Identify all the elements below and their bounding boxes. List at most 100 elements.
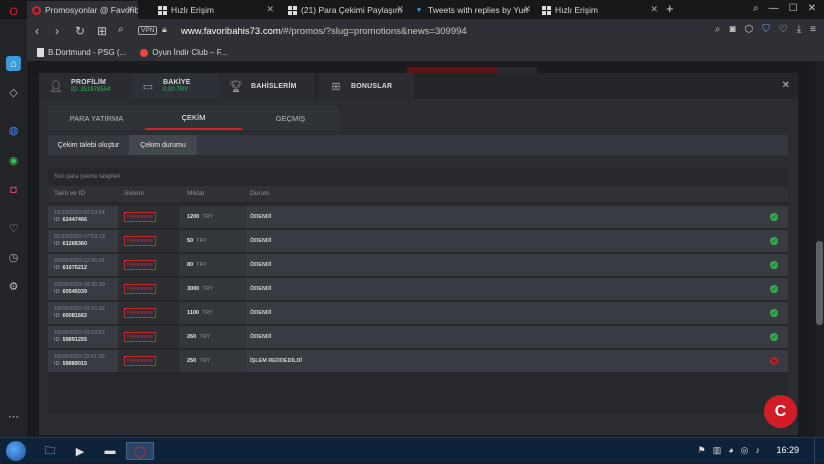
whatsapp-icon[interactable]: ◉: [6, 153, 21, 168]
column-header: Sistem: [124, 190, 144, 197]
close-icon[interactable]: ✕: [266, 4, 274, 15]
steam-icon[interactable]: ◎: [741, 445, 749, 456]
id-prefix: ID:: [54, 217, 62, 223]
media-player-icon[interactable]: ▶: [66, 442, 94, 460]
more-icon[interactable]: ⋯: [6, 409, 21, 424]
close-icon[interactable]: ✕: [808, 3, 816, 14]
status-icon-cell: ✕: [770, 350, 778, 372]
status-cell: ÖDENDİ: [250, 286, 272, 292]
search-icon[interactable]: ⌕: [753, 3, 759, 14]
heart-icon[interactable]: ♡: [779, 24, 788, 35]
opera-icon[interactable]: ◯: [126, 442, 154, 460]
system-cell: Favoribahis: [124, 254, 156, 276]
discord-icon[interactable]: ◕: [728, 445, 733, 456]
withdrawal-id: ID: 59891255: [54, 337, 87, 344]
tab-bets[interactable]: 🏆︎ BAHİSLERİM: [219, 73, 315, 99]
status-icon-cell: ✓: [770, 254, 778, 276]
bookmark-item[interactable]: Oyun İndir Club – F...: [140, 48, 227, 57]
id-value: 59891255: [62, 337, 88, 343]
tab-balance[interactable]: ▭ BAKİYE 0.00 TRY: [131, 73, 219, 99]
browser-tab-2[interactable]: Hızlı Erişim ✕: [153, 1, 278, 19]
amount-cell: 250 TRY: [187, 350, 210, 372]
user-icon: 👤︎: [49, 80, 63, 93]
home-icon[interactable]: ⌂: [6, 56, 21, 71]
reload-icon[interactable]: ↻: [75, 24, 85, 38]
forward-icon[interactable]: ›: [55, 24, 59, 38]
cube-icon[interactable]: ⬡: [745, 24, 754, 35]
browser-tab-5[interactable]: Hızlı Erişim ✕: [537, 1, 662, 19]
close-icon[interactable]: ✕: [126, 4, 134, 15]
search-icon[interactable]: ⌕: [715, 24, 721, 35]
search-icon[interactable]: ⌕: [118, 24, 124, 35]
gift-icon: ⊞: [331, 80, 341, 93]
amount-cell: 50 TRY: [187, 230, 207, 252]
opera-icon: [31, 5, 41, 15]
tab-history[interactable]: GEÇMİŞ: [242, 106, 339, 130]
download-icon[interactable]: ⤓: [797, 24, 801, 35]
table-row: 01/10/2020-17:53:13 ID: 61268360 Favoribah…: [48, 230, 788, 252]
cancel-icon[interactable]: ✕: [770, 357, 778, 365]
close-icon[interactable]: ✕: [523, 4, 531, 15]
menu-icon[interactable]: ≡: [810, 24, 816, 35]
browser-tab-3[interactable]: (21) Para Çekimi Paylaşım ✕: [283, 1, 408, 19]
amount-value: 1200: [187, 214, 200, 220]
clock[interactable]: 16:29: [776, 445, 799, 455]
app-icon[interactable]: ▬: [96, 442, 124, 460]
bookmark-label: B.Dortmund - PSG (...: [48, 48, 127, 57]
chat-icon: C: [774, 402, 787, 420]
bookmark-icon[interactable]: ◇: [6, 85, 21, 100]
scrollbar[interactable]: [815, 61, 824, 437]
volume-icon[interactable]: ♪: [756, 445, 761, 456]
table-row: 15/10/2020-02:53:54 ID: 62447466 Favoribah…: [48, 206, 788, 228]
close-icon[interactable]: ✕: [396, 4, 404, 15]
browser-tab-4[interactable]: ♥ Tweets with replies by Yun ✕: [410, 1, 535, 19]
network-icon[interactable]: ▥: [713, 445, 722, 456]
amount-value: 1100: [187, 310, 199, 316]
withdrawal-status-button[interactable]: Çekim durumu: [129, 135, 197, 155]
status-cell: ÖDENDİ: [250, 262, 272, 268]
id-value: 62447466: [62, 217, 88, 223]
instagram-icon[interactable]: ◘: [6, 182, 21, 197]
show-desktop-button[interactable]: [814, 438, 824, 464]
chat-button[interactable]: C: [764, 395, 797, 428]
shield-icon[interactable]: ⛉: [762, 24, 770, 35]
new-tab-button[interactable]: +: [666, 1, 674, 16]
id-prefix: ID:: [54, 313, 62, 319]
back-icon[interactable]: ‹: [35, 24, 39, 38]
withdrawal-id: ID: 59889015: [54, 361, 87, 368]
opera-icon[interactable]: O: [6, 4, 21, 19]
page-icon: [37, 48, 44, 57]
tab-profile[interactable]: 👤︎ PROFİLİM ID: 251978554: [39, 73, 131, 99]
close-icon[interactable]: ✕: [782, 80, 790, 91]
user-id: ID: 251978554: [71, 87, 111, 93]
system-logo: Favoribahis: [124, 356, 156, 366]
explorer-icon[interactable]: 🗀︎: [36, 442, 64, 460]
scrollbar-thumb[interactable]: [816, 241, 823, 325]
page-viewport: 👤︎ PROFİLİM ID: 251978554 ▭ BAKİYE 0.00 …: [27, 61, 824, 437]
create-withdrawal-button[interactable]: Çekim talebi oluştur: [48, 135, 129, 155]
browser-tab-1[interactable]: Promosyonlar @ Favoribahis ✕: [27, 1, 138, 19]
amount-value: 250: [187, 358, 197, 364]
id-prefix: ID:: [54, 337, 62, 343]
close-icon[interactable]: ✕: [650, 4, 658, 15]
heart-icon[interactable]: ♡: [6, 221, 21, 236]
settings-icon[interactable]: ⚙: [6, 279, 21, 294]
withdrawal-date: 15/10/2020-02:53:54: [54, 210, 105, 216]
history-icon[interactable]: ◷: [6, 250, 21, 265]
url-field[interactable]: www.favoribahis73.com/#/promos/?slug=pro…: [181, 26, 467, 37]
maximize-icon[interactable]: ☐: [789, 3, 798, 14]
minimize-icon[interactable]: —: [769, 3, 779, 14]
table-row: 18/09/2020-19:15:32 ID: 60081662 Favoribah…: [48, 302, 788, 324]
vpn-badge[interactable]: VPN: [138, 26, 158, 35]
start-button[interactable]: [6, 441, 26, 461]
withdrawal-id: ID: 60081662: [54, 313, 87, 320]
speed-dial-icon[interactable]: ⊞: [97, 24, 107, 38]
flag-icon[interactable]: ⚑: [698, 445, 706, 456]
tab-bonuses[interactable]: ⊞ BONUSLAR: [319, 73, 414, 99]
tab-deposit[interactable]: PARA YATIRMA: [48, 106, 145, 130]
bookmark-item[interactable]: B.Dortmund - PSG (...: [37, 48, 126, 57]
messenger-icon[interactable]: ◍: [6, 123, 21, 138]
tab-withdraw[interactable]: ÇEKİM: [145, 106, 242, 130]
status-cell: ÖDENDİ: [250, 238, 272, 244]
camera-icon[interactable]: ◙: [729, 24, 735, 35]
